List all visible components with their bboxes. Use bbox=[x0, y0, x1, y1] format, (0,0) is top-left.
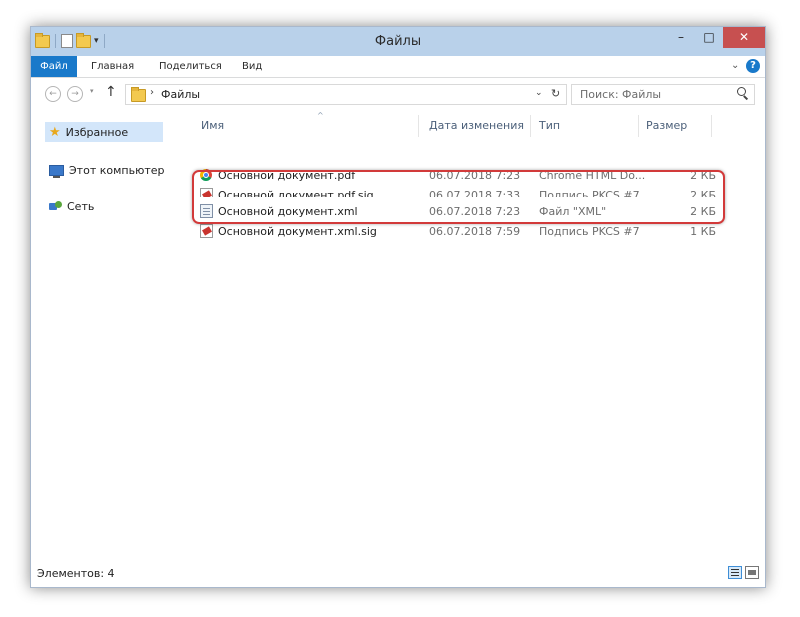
ribbon-tabs: Файл Главная Поделиться Вид ⌄ ? bbox=[31, 56, 765, 78]
navigation-pane: ★ Избранное Этот компьютер Сеть bbox=[31, 111, 181, 561]
refresh-icon[interactable]: ↻ bbox=[551, 87, 560, 100]
file-size: 1 КБ bbox=[690, 225, 716, 238]
nav-item-favorites[interactable]: ★ Избранное bbox=[45, 122, 163, 142]
file-type: Подпись PKCS #7 bbox=[539, 225, 640, 238]
search-box[interactable] bbox=[571, 84, 755, 105]
table-row[interactable]: Основной документ.xml.sig 06.07.2018 7:5… bbox=[196, 223, 726, 241]
forward-button[interactable]: → bbox=[67, 86, 83, 102]
close-button[interactable]: ✕ bbox=[723, 27, 765, 48]
column-header-type[interactable]: Тип bbox=[539, 119, 560, 132]
nav-item-label: Избранное bbox=[65, 125, 129, 139]
nav-item-label: Сеть bbox=[67, 200, 95, 213]
details-view-button[interactable] bbox=[728, 566, 742, 579]
status-bar: Элементов: 4 bbox=[31, 561, 765, 586]
column-divider[interactable] bbox=[418, 115, 419, 137]
signature-file-icon bbox=[200, 224, 213, 238]
back-button[interactable]: ← bbox=[45, 86, 61, 102]
column-divider[interactable] bbox=[530, 115, 531, 137]
tab-view[interactable]: Вид bbox=[242, 56, 262, 77]
address-bar-area: ← → ▾ ↑ › Файлы ⌄ ↻ bbox=[31, 78, 765, 110]
column-header-date[interactable]: Дата изменения bbox=[429, 119, 524, 132]
address-dropdown-icon[interactable]: ⌄ bbox=[535, 88, 543, 98]
tab-file[interactable]: Файл bbox=[31, 56, 77, 77]
search-input[interactable] bbox=[580, 86, 730, 102]
folder-icon bbox=[131, 87, 146, 102]
address-box[interactable]: › Файлы ⌄ ↻ bbox=[125, 84, 567, 105]
network-icon bbox=[49, 201, 62, 212]
search-icon[interactable] bbox=[737, 87, 746, 96]
breadcrumb-separator[interactable]: › bbox=[150, 87, 154, 98]
star-icon: ★ bbox=[49, 124, 61, 140]
expand-ribbon-icon[interactable]: ⌄ bbox=[731, 60, 739, 71]
recent-locations-icon[interactable]: ▾ bbox=[90, 87, 94, 95]
column-header-name[interactable]: Имя bbox=[201, 119, 224, 132]
file-date: 06.07.2018 7:59 bbox=[429, 225, 521, 238]
large-icons-view-button[interactable] bbox=[745, 566, 759, 579]
sort-indicator: ^ bbox=[317, 111, 324, 120]
nav-item-network[interactable]: Сеть bbox=[49, 200, 94, 213]
computer-icon bbox=[49, 165, 64, 178]
column-divider[interactable] bbox=[638, 115, 639, 137]
column-divider[interactable] bbox=[711, 115, 712, 137]
item-count: Элементов: 4 bbox=[37, 567, 115, 580]
highlight-annotation bbox=[192, 170, 725, 224]
explorer-window: ▾ Файлы – □ ✕ Файл Главная Поделиться Ви… bbox=[30, 26, 766, 588]
title-bar[interactable]: ▾ Файлы – □ ✕ bbox=[31, 27, 765, 56]
column-header-size[interactable]: Размер bbox=[646, 119, 687, 132]
nav-item-label: Этот компьютер bbox=[69, 164, 165, 177]
tab-home[interactable]: Главная bbox=[91, 56, 134, 77]
minimize-button[interactable]: – bbox=[667, 27, 695, 48]
up-button[interactable]: ↑ bbox=[105, 84, 117, 100]
window-title: Файлы bbox=[374, 34, 422, 49]
file-name: Основной документ.xml.sig bbox=[218, 225, 377, 238]
help-icon[interactable]: ? bbox=[746, 59, 760, 73]
breadcrumb-item[interactable]: Файлы bbox=[161, 88, 200, 101]
tab-share[interactable]: Поделиться bbox=[159, 56, 222, 77]
maximize-button[interactable]: □ bbox=[695, 27, 723, 48]
nav-item-this-pc[interactable]: Этот компьютер bbox=[49, 164, 165, 178]
